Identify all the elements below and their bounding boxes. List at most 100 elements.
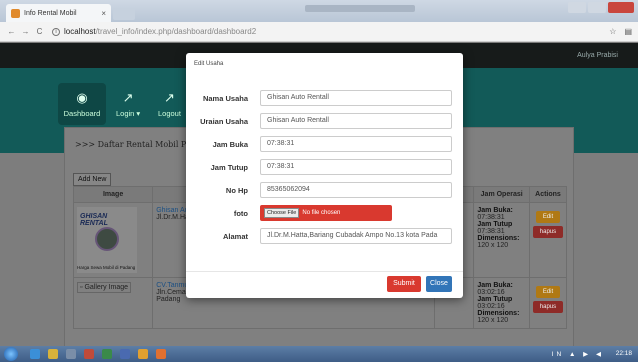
edit-button[interactable]: Edit bbox=[535, 286, 560, 298]
chrome-icon[interactable] bbox=[138, 349, 148, 359]
system-tray[interactable]: IN ▲ ▶ ◀ bbox=[552, 350, 604, 358]
jam-operasi-cell: Jam Buka: 03:02:16 Jam Tutup 03:02:16 Di… bbox=[473, 277, 530, 329]
form-row-jam-buka: Jam Buka 07:38:31 bbox=[186, 136, 463, 154]
jam-tutup-label: Jam Tutup bbox=[210, 163, 248, 172]
modal-footer-divider bbox=[186, 271, 463, 272]
jam-tutup-value: 07:38:31 bbox=[477, 228, 505, 235]
forward-arrow-icon[interactable]: → bbox=[20, 27, 31, 36]
app-icon[interactable] bbox=[84, 349, 94, 359]
jam-operasi-cell: Jam Buka: 07:38:31 Jam Tutup 07:38:31 Di… bbox=[473, 202, 530, 278]
file-chosen-text: No file chosen bbox=[302, 210, 341, 216]
folder-icon[interactable] bbox=[48, 349, 58, 359]
os-taskbar: IN ▲ ▶ ◀ 22:18 bbox=[0, 346, 638, 362]
jam-tutup-value: 03:02:16 bbox=[477, 303, 505, 310]
rental-logo-image: GHISAN RENTAL Harga Sewa Mobil di Padang bbox=[77, 207, 137, 273]
foto-file-input[interactable]: Choose File No file chosen bbox=[260, 205, 392, 221]
edit-button[interactable]: Edit bbox=[535, 211, 560, 223]
jam-buka-input[interactable]: 07:38:31 bbox=[260, 136, 452, 152]
foto-label: foto bbox=[233, 209, 248, 218]
image-cell: ▫ Gallery Image bbox=[72, 277, 154, 329]
nav-logout-label: Logout bbox=[158, 109, 181, 118]
logo-brand-text: GHISAN RENTAL bbox=[80, 213, 108, 227]
reload-icon[interactable]: C bbox=[34, 27, 45, 36]
tab-close-icon[interactable]: × bbox=[101, 9, 106, 18]
jam-tutup-input[interactable]: 07:38:31 bbox=[260, 159, 452, 175]
browser-menu-icon[interactable]: ▤ bbox=[624, 27, 632, 36]
browser-tab[interactable]: Info Rental Mobil × bbox=[6, 4, 111, 22]
url-host: localhost bbox=[64, 27, 96, 36]
jam-buka-label: Jam Buka: bbox=[477, 282, 513, 289]
back-arrow-icon[interactable]: ← bbox=[6, 27, 17, 36]
no-hp-input[interactable]: 85365062094 bbox=[260, 182, 452, 198]
url-field[interactable]: i localhost/travel_info/index.php/dashbo… bbox=[52, 27, 256, 36]
dimensions-value: 120 x 120 bbox=[477, 317, 509, 324]
favicon-icon bbox=[11, 8, 20, 18]
form-row-uraian-usaha: Uraian Usaha Ghisan Auto Rentall bbox=[186, 113, 463, 131]
start-button[interactable] bbox=[4, 347, 18, 361]
column-header: Actions bbox=[528, 186, 568, 203]
form-row-foto: foto Choose File No file chosen bbox=[186, 205, 463, 223]
user-name[interactable]: Aulya Prabisi bbox=[577, 52, 618, 59]
dashboard-icon: ◉ bbox=[76, 90, 88, 105]
window-close-button[interactable] bbox=[608, 2, 634, 13]
bookmark-star-icon[interactable]: ☆ bbox=[609, 27, 616, 36]
address-bar: ← → C i localhost/travel_info/index.php/… bbox=[0, 22, 638, 42]
form-row-alamat: Alamat Jl.Dr.M.Hatta,Bariang Cubadak Amp… bbox=[186, 228, 463, 246]
submit-button[interactable]: Submit bbox=[387, 276, 421, 292]
ie-icon[interactable] bbox=[30, 349, 40, 359]
external-link-icon: ↗ bbox=[164, 90, 175, 105]
form-row-no-hp: No Hp 85365062094 bbox=[186, 182, 463, 200]
minimize-button[interactable] bbox=[568, 2, 586, 13]
window-title-placeholder bbox=[305, 5, 415, 12]
app-icon[interactable] bbox=[102, 349, 112, 359]
uraian-usaha-label: Uraian Usaha bbox=[200, 117, 248, 126]
column-header: Jam Operasi bbox=[473, 186, 530, 203]
external-link-icon: ↗ bbox=[122, 90, 134, 105]
gallery-image: ▫ Gallery Image bbox=[77, 282, 132, 293]
info-icon[interactable]: i bbox=[52, 27, 60, 36]
choose-file-button[interactable]: Choose File bbox=[264, 208, 300, 218]
tab-title: Info Rental Mobil bbox=[24, 9, 77, 17]
browser-tab-bar: Info Rental Mobil × bbox=[0, 0, 638, 22]
add-new-button[interactable]: Add New bbox=[73, 173, 112, 186]
rental-name-link[interactable]: CV.Tanmu bbox=[156, 282, 188, 289]
nav-login[interactable]: ↗ Login ▾ bbox=[116, 90, 140, 118]
logo-circle bbox=[95, 227, 119, 251]
broken-image-icon: ▫ bbox=[80, 284, 83, 291]
image-cell: GHISAN RENTAL Harga Sewa Mobil di Padang bbox=[72, 202, 154, 278]
nav-dashboard-label: Dashboard bbox=[63, 109, 101, 118]
app-icon[interactable] bbox=[120, 349, 130, 359]
form-row-nama-usaha: Nama Usaha Ghisan Auto Rentall bbox=[186, 90, 463, 108]
jam-buka-value: 07:38:31 bbox=[477, 214, 505, 221]
jam-buka-value: 03:02:16 bbox=[477, 289, 505, 296]
no-hp-label: No Hp bbox=[225, 186, 248, 195]
url-path: /travel_info/index.php/dashboard/dashboa… bbox=[95, 27, 257, 36]
dimensions-value: 120 x 120 bbox=[477, 242, 509, 249]
alamat-label: Alamat bbox=[222, 232, 248, 241]
actions-cell: Edit hapus bbox=[528, 277, 568, 329]
dimensions-label: Dimensions: bbox=[477, 310, 520, 317]
column-header: Image bbox=[72, 186, 154, 203]
nama-usaha-label: Nama Usaha bbox=[202, 94, 248, 103]
logo-tagline: Harga Sewa Mobil di Padang bbox=[77, 265, 136, 270]
uraian-usaha-input[interactable]: Ghisan Auto Rentall bbox=[260, 113, 452, 129]
app-icon[interactable] bbox=[156, 349, 166, 359]
clock[interactable]: 22:18 bbox=[616, 350, 632, 357]
nav-login-label: Login ▾ bbox=[116, 109, 141, 118]
delete-button[interactable]: hapus bbox=[532, 226, 563, 238]
modal-title: Edit Usaha bbox=[194, 61, 224, 67]
new-tab-button[interactable] bbox=[113, 8, 135, 20]
nav-dashboard[interactable]: ◉ Dashboard bbox=[58, 83, 106, 125]
maximize-button[interactable] bbox=[588, 2, 606, 13]
nav-logout[interactable]: ↗ Logout bbox=[158, 90, 181, 118]
jam-tutup-label: Jam Tutup bbox=[477, 221, 513, 228]
alamat-input[interactable]: Jl.Dr.M.Hatta,Bariang Cubadak Ampo No.13… bbox=[260, 228, 452, 244]
nama-usaha-input[interactable]: Ghisan Auto Rentall bbox=[260, 90, 452, 106]
edit-usaha-modal: Edit Usaha Nama Usaha Ghisan Auto Rental… bbox=[186, 53, 463, 298]
delete-button[interactable]: hapus bbox=[532, 301, 563, 313]
jam-buka-label: Jam Buka bbox=[212, 140, 248, 149]
gallery-image-alt: Gallery Image bbox=[84, 284, 129, 291]
actions-cell: Edit hapus bbox=[528, 202, 568, 278]
app-icon[interactable] bbox=[66, 349, 76, 359]
close-button[interactable]: Close bbox=[426, 276, 452, 292]
